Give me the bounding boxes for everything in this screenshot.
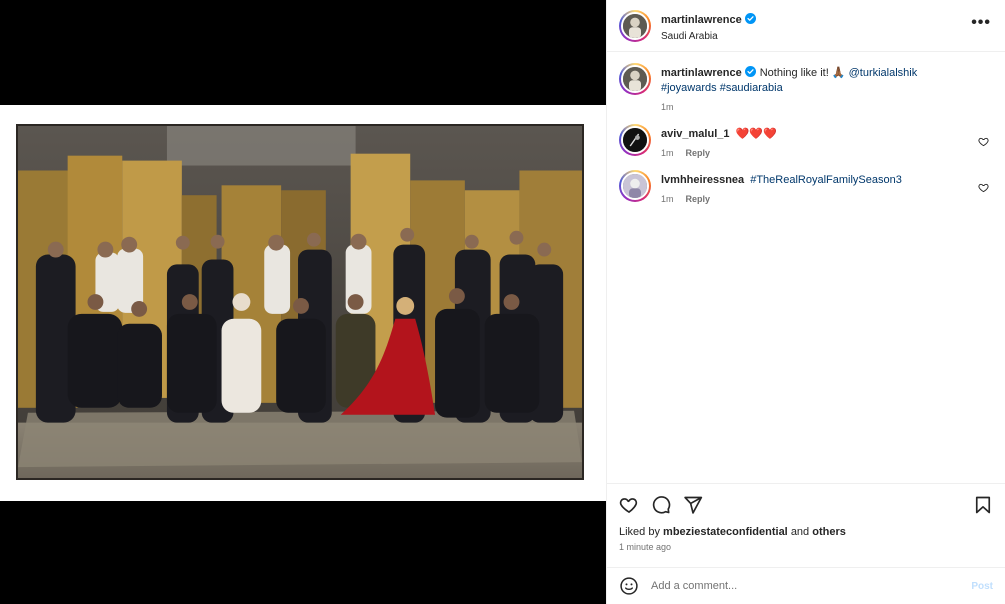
comment-input[interactable] xyxy=(651,580,972,592)
caption-mention-link[interactable]: @turkialalshik xyxy=(849,67,918,79)
caption-message: Nothing like it! 🙏🏾 xyxy=(759,67,846,79)
heart-icon[interactable] xyxy=(619,495,639,515)
group-photo-illustration xyxy=(18,126,582,478)
post-timestamp[interactable]: 1 minute ago xyxy=(619,542,993,552)
post-actions: Liked by mbeziestateconfidential and oth… xyxy=(607,483,1005,552)
avatar[interactable] xyxy=(619,9,651,42)
post-image-frame xyxy=(0,105,606,501)
post-location[interactable]: Saudi Arabia xyxy=(661,31,971,42)
post-details-panel: martinlawrence Saudi Arabia ••• martinla… xyxy=(606,0,1005,604)
comment-time[interactable]: 1m xyxy=(661,194,674,204)
group-photo[interactable] xyxy=(16,124,584,480)
comment-avatar[interactable] xyxy=(619,124,651,156)
comment-like-icon[interactable] xyxy=(978,182,989,193)
comment-avatar[interactable] xyxy=(619,170,651,202)
more-options-button[interactable]: ••• xyxy=(971,14,991,34)
comment-text: lvmhheiressnea #TheRealRoyalFamilySeason… xyxy=(661,173,993,188)
caption-hashtags-link[interactable]: #joyawards #saudiarabia xyxy=(661,82,783,94)
verified-badge-icon xyxy=(744,66,756,77)
caption-body: martinlawrence Nothing like it! 🙏🏾 @turki… xyxy=(661,63,993,112)
verified-badge-icon xyxy=(744,12,756,24)
likes-and: and xyxy=(790,526,810,538)
likes-summary: Liked by mbeziestateconfidential and oth… xyxy=(619,526,993,538)
instagram-post-view: martinlawrence Saudi Arabia ••• martinla… xyxy=(0,0,1005,604)
post-header: martinlawrence Saudi Arabia ••• xyxy=(607,0,1005,52)
post-comment-button[interactable]: Post xyxy=(971,581,993,592)
profile-photo-icon xyxy=(623,174,647,198)
caption-username[interactable]: martinlawrence xyxy=(661,67,742,79)
caption-avatar[interactable] xyxy=(619,63,651,95)
bookmark-icon[interactable] xyxy=(973,495,993,515)
reply-button[interactable]: Reply xyxy=(686,148,711,158)
post-header-text: martinlawrence Saudi Arabia xyxy=(661,10,971,42)
caption-meta: 1m xyxy=(661,102,993,112)
likes-others-link[interactable]: others xyxy=(812,526,846,538)
comment-text: aviv_malul_1 ❤️❤️❤️ xyxy=(661,127,993,142)
avatar-image xyxy=(621,11,649,40)
comment-like-icon[interactable] xyxy=(978,136,989,147)
comment-bubble-icon[interactable] xyxy=(651,495,671,515)
reply-button[interactable]: Reply xyxy=(686,194,711,204)
comment-avatar-image xyxy=(621,126,649,154)
comment-meta: 1m Reply xyxy=(661,148,993,158)
liked-by-username[interactable]: mbeziestateconfidential xyxy=(663,526,788,538)
comment-message: ❤️❤️❤️ xyxy=(735,128,777,140)
caption-avatar-image xyxy=(621,65,649,93)
likes-prefix: Liked by xyxy=(619,526,660,538)
comment-item: lvmhheiressnea #TheRealRoyalFamilySeason… xyxy=(619,170,993,204)
comment-hashtag-link[interactable]: #TheRealRoyalFamilySeason3 xyxy=(750,174,902,186)
post-author-line: martinlawrence xyxy=(661,10,971,28)
comment-username[interactable]: lvmhheiressnea xyxy=(661,174,744,186)
comment-item: aviv_malul_1 ❤️❤️❤️ 1m Reply xyxy=(619,124,993,158)
comment-meta: 1m Reply xyxy=(661,194,993,204)
action-icons-row xyxy=(619,494,993,516)
smiley-icon[interactable] xyxy=(619,576,639,596)
caption: martinlawrence Nothing like it! 🙏🏾 @turki… xyxy=(619,63,993,112)
profile-photo-icon xyxy=(623,13,647,38)
comments-list: martinlawrence Nothing like it! 🙏🏾 @turki… xyxy=(607,53,1005,483)
comment-body: lvmhheiressnea #TheRealRoyalFamilySeason… xyxy=(661,170,993,204)
post-author-username[interactable]: martinlawrence xyxy=(661,14,742,26)
comment-avatar-image xyxy=(621,172,649,200)
profile-photo-icon xyxy=(623,128,647,152)
media-pane xyxy=(0,0,606,604)
add-comment-bar: Post xyxy=(607,567,1005,604)
comment-body: aviv_malul_1 ❤️❤️❤️ 1m Reply xyxy=(661,124,993,158)
profile-photo-icon xyxy=(623,67,647,91)
paper-plane-icon[interactable] xyxy=(683,495,703,515)
caption-time[interactable]: 1m xyxy=(661,102,674,112)
comment-time[interactable]: 1m xyxy=(661,148,674,158)
caption-text: martinlawrence Nothing like it! 🙏🏾 @turki… xyxy=(661,66,993,96)
comment-username[interactable]: aviv_malul_1 xyxy=(661,128,730,140)
